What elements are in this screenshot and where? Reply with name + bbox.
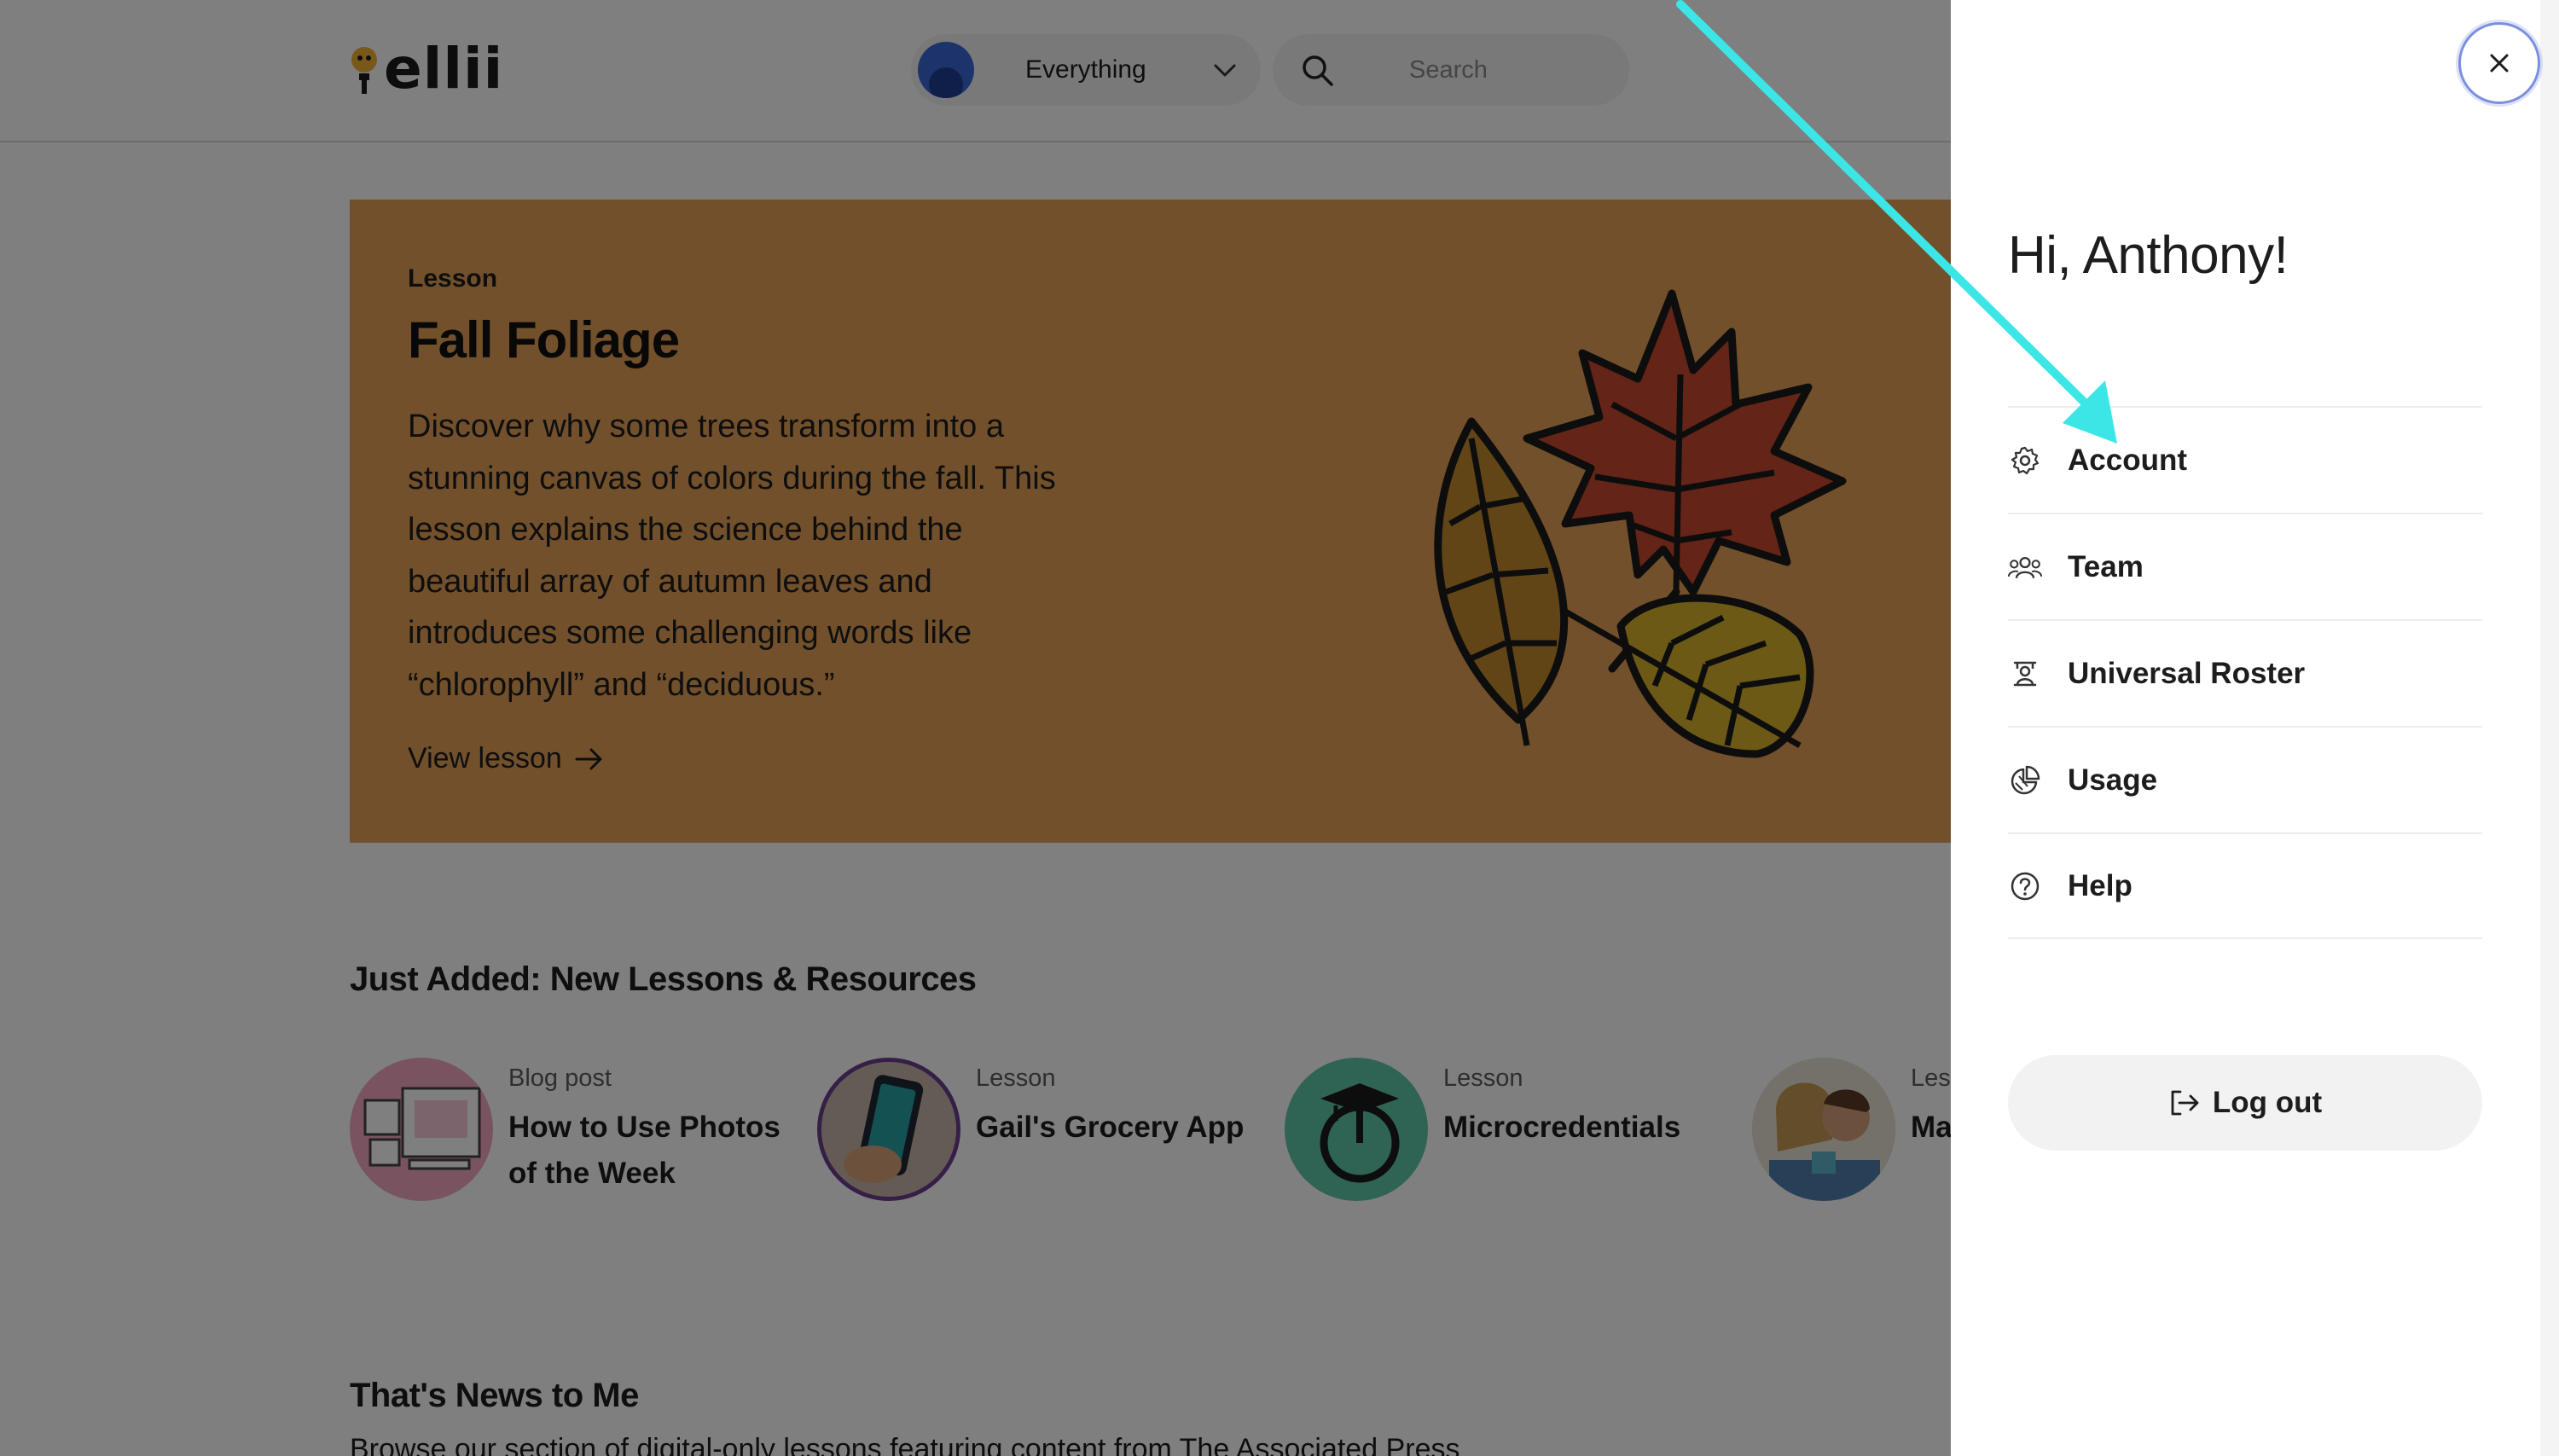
log-out-button[interactable]: Log out	[2008, 1055, 2482, 1151]
menu-item-account[interactable]: Account	[2008, 406, 2482, 513]
account-menu: Account Team Universal Roster Usage Help	[2008, 406, 2482, 939]
menu-label: Account	[2068, 443, 2187, 477]
menu-label: Team	[2068, 549, 2144, 583]
menu-label: Universal Roster	[2068, 656, 2306, 690]
team-icon	[2008, 550, 2042, 584]
menu-item-universal-roster[interactable]: Universal Roster	[2008, 619, 2482, 726]
main-page: ellii Everything Lesson Fall Foliage Dis…	[0, 0, 1951, 1456]
drawer-scrollbar-track	[2540, 0, 2559, 1456]
roster-icon	[2008, 657, 2042, 691]
close-icon	[2490, 54, 2509, 73]
menu-item-help[interactable]: Help	[2008, 832, 2482, 939]
greeting-title: Hi, Anthony!	[2008, 226, 2289, 285]
modal-backdrop[interactable]	[0, 0, 1951, 1456]
help-icon	[2008, 869, 2042, 903]
log-out-label: Log out	[2212, 1086, 2323, 1119]
gear-icon	[2008, 444, 2042, 478]
close-drawer-button[interactable]	[2458, 22, 2540, 104]
menu-item-usage[interactable]: Usage	[2008, 726, 2482, 832]
log-out-icon	[2171, 1090, 2199, 1116]
menu-label: Usage	[2068, 763, 2158, 797]
menu-label: Help	[2068, 868, 2132, 902]
usage-chart-icon	[2008, 763, 2042, 798]
menu-item-team[interactable]: Team	[2008, 513, 2482, 619]
